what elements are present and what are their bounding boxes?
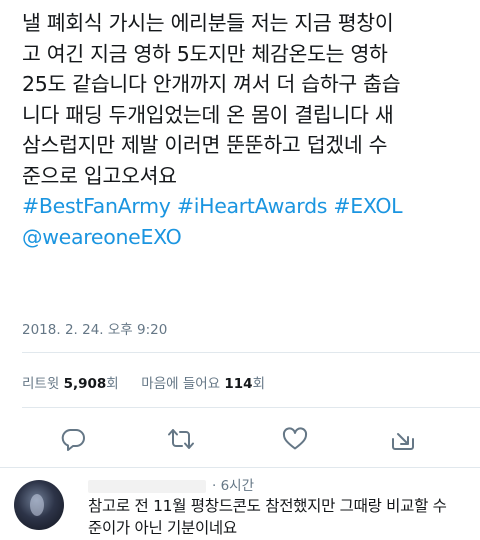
reply-tweet[interactable]: · 6시간 참고로 전 11월 평창드콘도 참전했지만 그때랑 비교할 수 준이… (0, 468, 480, 540)
reply-text: 참고로 전 11월 평창드콘도 참전했지만 그때랑 비교할 수 준이가 아닌 기… (88, 495, 476, 539)
reply-text-line: 준이가 아닌 기분이네요 (88, 519, 237, 537)
likes-unit: 회 (252, 376, 265, 392)
share-button[interactable] (388, 424, 418, 454)
divider (22, 352, 480, 353)
avatar[interactable] (14, 480, 64, 530)
likes-stat[interactable]: 마음에 들어요 114회 (141, 376, 265, 392)
tweet-detail-screen: 낼 폐회식 가시는 에리분들 저는 지금 평창이 고 여긴 지금 영하 5도지만… (0, 0, 480, 540)
hashtag-links[interactable]: #BestFanArmy #iHeartAwards #EXOL (22, 191, 468, 222)
retweets-label: 리트윗 (22, 376, 60, 392)
tweet-stats: 리트윗 5,908회 마음에 들어요 114회 (22, 372, 265, 392)
reply-button[interactable] (58, 424, 88, 454)
retweet-icon (168, 429, 194, 449)
reply-time: · 6시간 (212, 478, 255, 494)
tweet-timestamp: 2018. 2. 24. 오후 9:20 (22, 322, 168, 338)
tweet-text-line: 25도 같습니다 안개까지 껴서 더 습하구 춥습 (22, 72, 401, 96)
tweet-text-line: 고 여긴 지금 영하 5도지만 체감온도는 영하 (22, 41, 388, 66)
reply-text-line: 참고로 전 11월 평창드콘도 참전했지만 그때랑 비교할 수 (88, 497, 447, 515)
reply-icon (61, 429, 85, 451)
likes-label: 마음에 들어요 (141, 376, 221, 392)
tweet-text-line: 니다 패딩 두개입었는데 온 몸이 결립니다 새 (22, 102, 394, 127)
retweets-unit: 회 (106, 376, 119, 392)
tweet-text-line: 낼 폐회식 가시는 에리분들 저는 지금 평창이 (22, 11, 394, 35)
mention-link[interactable]: @weareoneEXO (22, 222, 468, 253)
retweet-button[interactable] (166, 424, 196, 454)
like-button[interactable] (280, 424, 310, 454)
likes-count: 114 (224, 376, 253, 392)
divider (22, 407, 480, 408)
redacted-username (88, 479, 206, 493)
tweet-text: 낼 폐회식 가시는 에리분들 저는 지금 평창이 고 여긴 지금 영하 5도지만… (22, 8, 468, 252)
reply-meta: · 6시간 (88, 474, 254, 494)
retweets-count: 5,908 (63, 376, 107, 392)
heart-icon (282, 427, 308, 450)
share-icon (392, 433, 414, 450)
tweet-actions-bar (0, 424, 480, 454)
tweet-text-line: 준으로 입고오셔요 (22, 163, 177, 188)
retweets-stat[interactable]: 리트윗 5,908회 (22, 376, 123, 392)
tweet-text-line: 삼스럽지만 제발 이러면 뚠뚠하고 덥겠네 수 (22, 133, 388, 157)
